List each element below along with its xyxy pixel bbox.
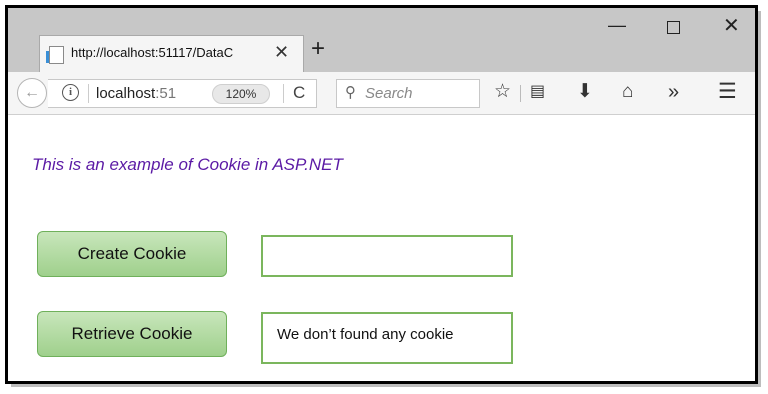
create-cookie-button[interactable]: Create Cookie <box>37 231 227 277</box>
search-input[interactable] <box>365 84 473 102</box>
new-tab-button[interactable]: + <box>311 37 325 61</box>
page-heading: This is an example of Cookie in ASP.NET <box>32 155 343 174</box>
home-icon[interactable]: ⌂ <box>622 82 633 102</box>
address-bar[interactable]: i localhost:51 120% C <box>48 79 317 108</box>
zoom-level-badge[interactable]: 120% <box>212 84 270 104</box>
address-text[interactable]: localhost:51 <box>96 85 176 102</box>
tab-strip: http://localhost:51117/DataC ✕ + — ✕ <box>8 8 755 73</box>
reading-list-icon[interactable]: ▤ <box>530 82 545 102</box>
page-icon <box>46 46 64 64</box>
retrieve-cookie-field[interactable]: We don’t found any cookie <box>261 312 513 364</box>
search-icon: ⚲ <box>345 84 356 101</box>
navigation-toolbar: ← i localhost:51 120% C ⚲ ☆ ▤ ⬇ ⌂ » ☰ <box>8 72 755 115</box>
address-host: localhost <box>96 85 156 102</box>
star-icon[interactable]: ☆ <box>494 82 511 102</box>
tab-close-icon[interactable]: ✕ <box>274 43 289 61</box>
retrieve-cookie-value: We don’t found any cookie <box>277 326 454 343</box>
browser-window: http://localhost:51117/DataC ✕ + — ✕ ← i… <box>5 5 758 384</box>
tab-title: http://localhost:51117/DataC <box>71 45 234 60</box>
address-divider <box>88 84 89 103</box>
maximize-icon[interactable] <box>667 19 680 37</box>
info-icon[interactable]: i <box>62 84 79 101</box>
reload-icon[interactable]: C <box>293 83 305 103</box>
tab-active[interactable]: http://localhost:51117/DataC ✕ <box>39 35 304 73</box>
hamburger-menu-icon[interactable]: ☰ <box>718 81 737 102</box>
page-content: This is an example of Cookie in ASP.NET … <box>8 115 755 381</box>
back-arrow-icon[interactable]: ← <box>17 78 47 108</box>
overflow-chevrons-icon[interactable]: » <box>668 82 679 102</box>
toolbar-divider <box>520 85 521 102</box>
address-port: :51 <box>155 85 177 102</box>
create-cookie-field[interactable] <box>261 235 513 277</box>
minimize-icon[interactable]: — <box>608 16 626 34</box>
search-box[interactable]: ⚲ <box>336 79 480 108</box>
address-divider <box>283 84 284 103</box>
retrieve-cookie-button[interactable]: Retrieve Cookie <box>37 311 227 357</box>
window-close-icon[interactable]: ✕ <box>723 16 740 36</box>
download-icon[interactable]: ⬇ <box>577 82 593 102</box>
